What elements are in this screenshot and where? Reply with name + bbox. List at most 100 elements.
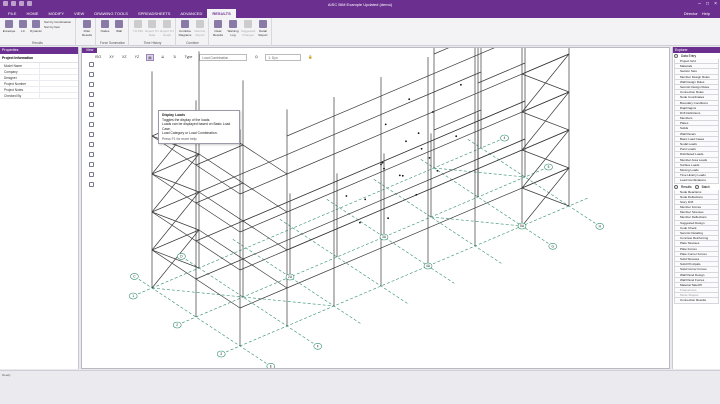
model-line[interactable] (433, 48, 481, 55)
dynamic-button[interactable]: Dynamic (29, 20, 43, 33)
model-line[interactable] (225, 197, 588, 353)
help-link[interactable]: Help (702, 11, 710, 16)
close-icon[interactable]: × (714, 1, 717, 7)
explorer-item[interactable]: Connection Results (674, 298, 719, 304)
model-line[interactable] (195, 258, 244, 280)
property-value[interactable] (40, 93, 78, 98)
model-line[interactable] (239, 287, 288, 309)
model-line[interactable] (326, 199, 455, 284)
tab-modify[interactable]: MODIFY (43, 9, 69, 18)
model-line[interactable] (433, 167, 526, 178)
grid-bubble[interactable]: 3A (379, 233, 389, 241)
model-line[interactable] (286, 149, 523, 251)
model-line[interactable] (195, 182, 244, 204)
model-line[interactable] (420, 159, 549, 244)
model-line[interactable] (521, 111, 570, 131)
property-value[interactable] (40, 69, 78, 74)
model-line[interactable] (185, 259, 314, 344)
model-line[interactable] (195, 144, 244, 166)
tab-file[interactable]: FILE (3, 9, 21, 18)
grid-bubble[interactable]: 4A (423, 262, 433, 270)
grid-bubble[interactable]: 2 (172, 321, 182, 329)
property-row[interactable]: Checked By (0, 93, 78, 99)
model-line[interactable] (477, 100, 526, 122)
detail-report-button[interactable]: Detail Report (256, 20, 270, 37)
th-plot-button[interactable]: TH Plot (131, 20, 145, 33)
properties-header: Properties (0, 47, 78, 54)
model-line[interactable] (467, 139, 596, 224)
member-report-button[interactable]: Member Report (193, 20, 207, 37)
grid-bubble[interactable]: 3 (216, 350, 226, 358)
model-view[interactable]: View ISO XY XZ YZ ▤ ⇊ ⇅ Type Load Combin… (81, 47, 670, 369)
model-line[interactable] (373, 179, 502, 264)
model-line[interactable] (521, 167, 570, 189)
model-line[interactable] (521, 187, 570, 207)
property-value[interactable] (40, 81, 78, 86)
combine-diagrams-button[interactable]: Combine Diagrams (178, 20, 192, 37)
model-line[interactable] (151, 287, 244, 298)
nodes-button[interactable]: Nodes (98, 20, 112, 33)
grid-bubble[interactable]: 5A (517, 222, 527, 230)
model-line[interactable] (477, 62, 526, 84)
lc-button[interactable]: LC (16, 20, 30, 33)
grid-bubble[interactable]: 2A (285, 273, 295, 281)
suggested-changes-button[interactable]: Suggested Changes (241, 20, 255, 37)
grid-bubble[interactable]: E (266, 363, 276, 368)
model-line[interactable] (239, 249, 288, 271)
model-line[interactable] (430, 216, 523, 227)
grid-bubble[interactable]: D (177, 253, 186, 260)
model-line[interactable] (242, 120, 479, 222)
wall-button[interactable]: Wall (112, 20, 126, 33)
minimize-icon[interactable]: – (698, 1, 701, 7)
property-value[interactable] (40, 63, 78, 68)
model-line[interactable] (137, 139, 500, 295)
property-value[interactable] (40, 75, 78, 80)
model-line[interactable] (433, 109, 482, 131)
grid-bubble[interactable]: 5 (544, 163, 553, 171)
tab-results[interactable]: RESULTS (207, 9, 236, 18)
radio-icon (674, 184, 678, 189)
tab-drawing-tools[interactable]: DRAWING TOOLS (89, 9, 133, 18)
model-line[interactable] (239, 211, 288, 233)
model-line[interactable] (151, 191, 200, 213)
tab-view[interactable]: VIEW (69, 9, 89, 18)
maximize-icon[interactable]: □ (706, 1, 709, 7)
property-value[interactable] (40, 87, 78, 92)
model-line[interactable] (521, 91, 570, 113)
model-line[interactable] (477, 138, 526, 160)
model-line[interactable] (151, 153, 200, 175)
grid-bubble[interactable]: C (130, 273, 139, 280)
tab-home[interactable]: HOME (21, 9, 43, 18)
tab-spreadsheets[interactable]: SPREADSHEETS (133, 9, 175, 18)
filter-results-button[interactable]: Filter Results (80, 20, 94, 37)
model-line[interactable] (521, 53, 570, 75)
grid-bubble[interactable]: 4 (500, 134, 509, 142)
grid-bubble[interactable]: G (548, 243, 558, 250)
sort-item-button[interactable]: Sort by Item (44, 25, 60, 29)
grid-bubble[interactable]: 1 (128, 292, 138, 300)
model-line[interactable] (239, 173, 288, 195)
grid-bubbles: C D E F 1 2 3 4 5 G H 2A 3A 4A 5A (128, 134, 605, 368)
project-info-section[interactable]: Project Information (0, 54, 78, 63)
model-line[interactable] (151, 229, 200, 251)
model-line[interactable] (138, 279, 267, 364)
export-th-data-button[interactable]: Export TH Data (145, 20, 159, 37)
model-line[interactable] (279, 219, 408, 304)
model-line[interactable] (242, 296, 335, 307)
model-line[interactable] (195, 220, 244, 242)
clear-results-button[interactable]: Clear Results (211, 20, 225, 37)
model-line[interactable] (521, 129, 570, 151)
model-line[interactable] (521, 73, 570, 93)
user-name[interactable]: Director (684, 11, 698, 16)
export-th-graph-button[interactable]: Export TH Graph (160, 20, 174, 37)
sort-combination-button[interactable]: Sort by Combination (44, 20, 71, 24)
envelope-button[interactable]: Envelope (2, 20, 16, 33)
model-line[interactable] (181, 168, 544, 324)
tab-advanced[interactable]: ADVANCED (175, 9, 207, 18)
structural-model[interactable]: C D E F 1 2 3 4 5 G H 2A 3A 4A 5A (82, 48, 669, 368)
warning-log-button[interactable]: Warning Log (226, 20, 240, 37)
grid-bubble[interactable]: H (595, 223, 605, 230)
grid-bubble[interactable]: F (313, 342, 323, 350)
model-line[interactable] (232, 239, 361, 324)
model-line[interactable] (433, 71, 482, 93)
